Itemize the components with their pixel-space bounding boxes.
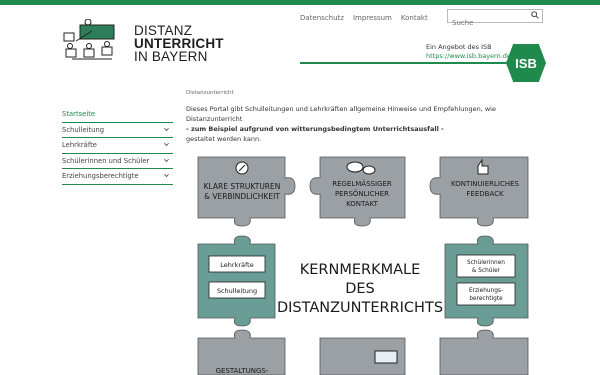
nav-impressum[interactable]: Impressum xyxy=(353,14,392,22)
sidebar-item-label: Erziehungsberechtigte xyxy=(62,172,139,180)
contact-label-1: REGELMÄSSIGER xyxy=(332,179,392,188)
feedback-label-2: FEEDBACK xyxy=(466,190,504,198)
contact-label-3: KONTAKT xyxy=(346,200,379,208)
isb-url-link[interactable]: https://www.isb.bayern.de xyxy=(426,52,511,61)
top-accent-bar xyxy=(0,0,600,5)
box-principal: Schulleitung xyxy=(217,287,257,295)
box-teachers: Lehrkräfte xyxy=(220,261,253,269)
isb-info: Ein Angebot des ISB https://www.isb.baye… xyxy=(426,43,511,61)
puzzle-piece-left xyxy=(197,235,276,327)
intro-line-3: gestaltet werden kann. xyxy=(186,135,262,143)
sidebar-navigation: Startseite Schulleitung Lehrkräfte Schül… xyxy=(62,107,173,185)
sidebar-item-erziehungsberechtigte[interactable]: Erziehungsberechtigte xyxy=(62,169,173,185)
feedback-label-1: KONTINUIERLICHES xyxy=(451,180,520,188)
top-navigation: Datenschutz Impressum Kontakt xyxy=(300,14,428,22)
breadcrumb[interactable]: Distanzunterricht xyxy=(186,90,234,96)
puzzle-piece-bottom-right xyxy=(439,329,529,375)
structure-label-2: & VERBINDLICHKEIT xyxy=(204,192,280,201)
box-students-2: & Schüler xyxy=(472,268,501,274)
chevron-down-icon[interactable] xyxy=(164,158,169,163)
logo-title: DISTANZ UNTERRICHT IN BAYERN xyxy=(134,24,224,64)
center-title-line-3: DISTANZUNTERRICHTS xyxy=(277,300,443,316)
bottom-left-label: GESTALTUNGS- xyxy=(216,367,269,375)
search-box xyxy=(447,9,543,29)
sidebar-item-label: Schülerinnen und Schüler xyxy=(62,156,150,165)
sidebar-item-label: Startseite xyxy=(62,110,96,118)
nav-kontakt[interactable]: Kontakt xyxy=(401,14,428,22)
isb-caption: Ein Angebot des ISB xyxy=(426,43,492,51)
contact-label-2: PERSÖNLICHER xyxy=(335,189,389,198)
chevron-down-icon[interactable] xyxy=(164,173,169,178)
isb-logo[interactable]: ISB xyxy=(506,44,546,82)
intro-line-2: - zum Beispiel aufgrund von witterungsbe… xyxy=(186,125,444,133)
sidebar-item-label: Schulleitung xyxy=(62,125,105,134)
center-title-line-2: DES xyxy=(345,281,375,297)
sidebar-item-startseite[interactable]: Startseite xyxy=(62,107,173,123)
center-title-line-1: KERNMERKMALE xyxy=(300,262,421,278)
nav-datenschutz[interactable]: Datenschutz xyxy=(300,14,344,22)
logo-line-3: IN BAYERN xyxy=(134,49,208,64)
laptop-icon xyxy=(374,350,398,364)
chevron-down-icon[interactable] xyxy=(164,142,169,147)
intro-line-1: Dieses Portal gibt Schulleitungen und Le… xyxy=(186,105,496,123)
structure-label-1: KLARE STRUKTUREN xyxy=(204,182,281,191)
sidebar-item-schulleitung[interactable]: Schulleitung xyxy=(62,123,173,138)
sidebar-item-lehrkraefte[interactable]: Lehrkräfte xyxy=(62,138,173,154)
box-parents-1: Erziehungs- xyxy=(469,288,503,294)
box-students-1: Schülerinnen xyxy=(467,260,505,266)
kernmerkmale-puzzle-graphic: KLARE STRUKTUREN & VERBINDLICHKEIT REGEL… xyxy=(197,156,529,375)
compass-icon xyxy=(235,161,249,175)
sidebar-item-schueler[interactable]: Schülerinnen und Schüler xyxy=(62,154,173,169)
box-parents-2: berechtigte xyxy=(469,296,503,302)
chevron-down-icon[interactable] xyxy=(164,127,169,132)
sidebar-item-label: Lehrkräfte xyxy=(62,141,97,149)
puzzle-piece-right xyxy=(444,235,529,327)
search-input[interactable] xyxy=(448,17,528,29)
isb-divider xyxy=(300,62,508,64)
search-icon[interactable] xyxy=(531,11,539,19)
intro-text: Dieses Portal gibt Schulleitungen und Le… xyxy=(186,104,536,144)
